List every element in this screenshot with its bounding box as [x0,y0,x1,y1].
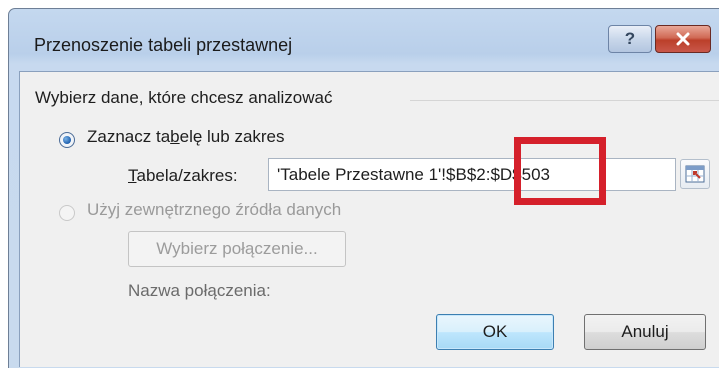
collapse-dialog-button[interactable] [680,159,710,189]
close-button[interactable] [655,25,711,53]
range-input[interactable]: 'Tabele Przestawne 1'!$B$2:$D$503 [268,158,676,191]
dialog-body: Wybierz dane, które chcesz analizować Za… [19,71,719,367]
group-label: Wybierz dane, które chcesz analizować [35,88,333,107]
external-source-label[interactable]: Użyj zewnętrznego źródła danych [87,200,341,220]
radio-selected-dot-icon [63,136,71,144]
question-mark-icon: ? [624,29,636,48]
group-divider [410,100,719,101]
choose-connection-button[interactable]: Wybierz połączenie... [128,231,346,267]
close-icon [676,32,690,46]
range-label: Tabela/zakres: [128,166,238,185]
annotation-highlight-box [514,137,606,205]
ok-button[interactable]: OK [436,314,554,350]
dialog-title: Przenoszenie tabeli przestawnej [34,35,293,55]
dialog-window: Przenoszenie tabeli przestawnej ? Wybier… [8,8,719,368]
range-select-icon [685,165,705,183]
select-range-label[interactable]: Zaznacz tabelę lub zakres [87,127,285,147]
cancel-button[interactable]: Anuluj [584,314,706,350]
connection-name-label: Nazwa połączenia: [128,281,271,300]
select-range-radio[interactable] [59,132,75,148]
title-bar[interactable]: Przenoszenie tabeli przestawnej ? [9,9,719,71]
external-source-radio[interactable] [59,205,75,221]
help-button[interactable]: ? [608,25,652,53]
